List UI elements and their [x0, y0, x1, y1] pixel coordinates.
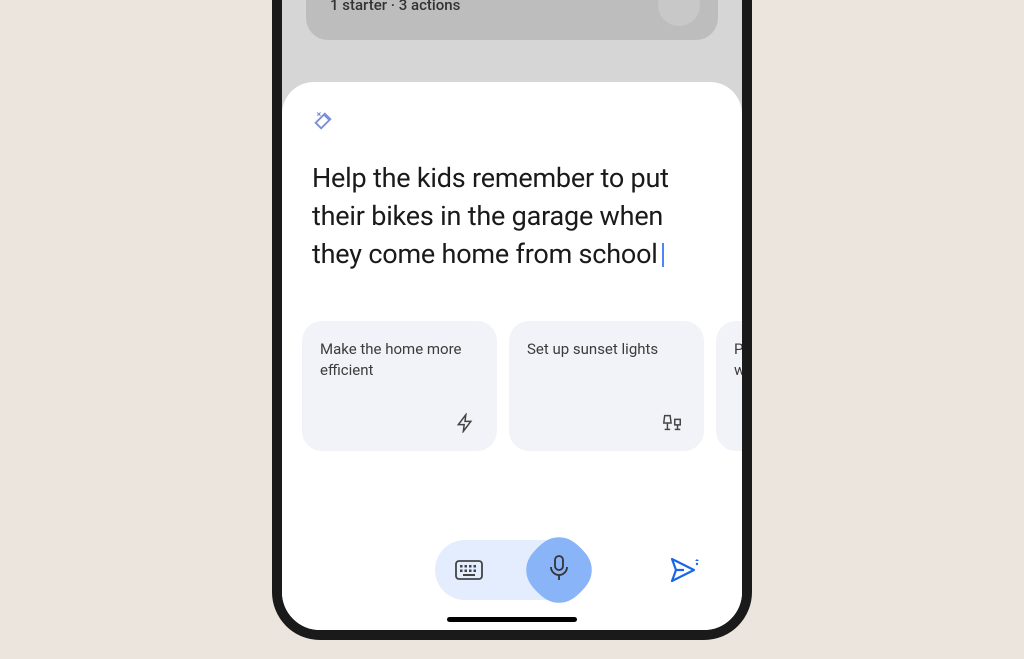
- keyboard-button[interactable]: [455, 560, 483, 580]
- suggestion-card-play[interactable]: Play s when: [716, 321, 742, 451]
- prompt-text-content: Help the kids remember to put their bike…: [312, 162, 669, 270]
- phone-frame: 1 starter · 3 actions Help the kids reme…: [272, 0, 752, 640]
- suggestion-label: Play s when: [734, 339, 742, 381]
- home-indicator[interactable]: [447, 617, 577, 622]
- text-cursor: [662, 243, 664, 267]
- magic-wand-icon: [312, 110, 742, 136]
- suggestions-row: Make the home more efficient Set up suns…: [282, 321, 742, 451]
- microphone-icon: [548, 554, 570, 586]
- mic-button[interactable]: [520, 531, 598, 609]
- suggestion-label: Set up sunset lights: [527, 339, 686, 360]
- phone-content: 1 starter · 3 actions Help the kids reme…: [282, 0, 742, 630]
- background-automation-card: 1 starter · 3 actions: [306, 0, 718, 40]
- input-mode-pill: [435, 540, 590, 600]
- bolt-icon: [451, 409, 479, 437]
- suggestion-card-sunset-lights[interactable]: Set up sunset lights: [509, 321, 704, 451]
- suggestion-card-efficient[interactable]: Make the home more efficient: [302, 321, 497, 451]
- assistant-sheet: Help the kids remember to put their bike…: [282, 82, 742, 630]
- prompt-input-text[interactable]: Help the kids remember to put their bike…: [282, 160, 742, 273]
- send-button[interactable]: [670, 557, 700, 583]
- suggestion-label: Make the home more efficient: [320, 339, 479, 381]
- automation-summary-text: 1 starter · 3 actions: [330, 0, 460, 14]
- input-bar: [282, 540, 742, 600]
- automation-card-avatar: [658, 0, 700, 26]
- lamp-icon: [658, 409, 686, 437]
